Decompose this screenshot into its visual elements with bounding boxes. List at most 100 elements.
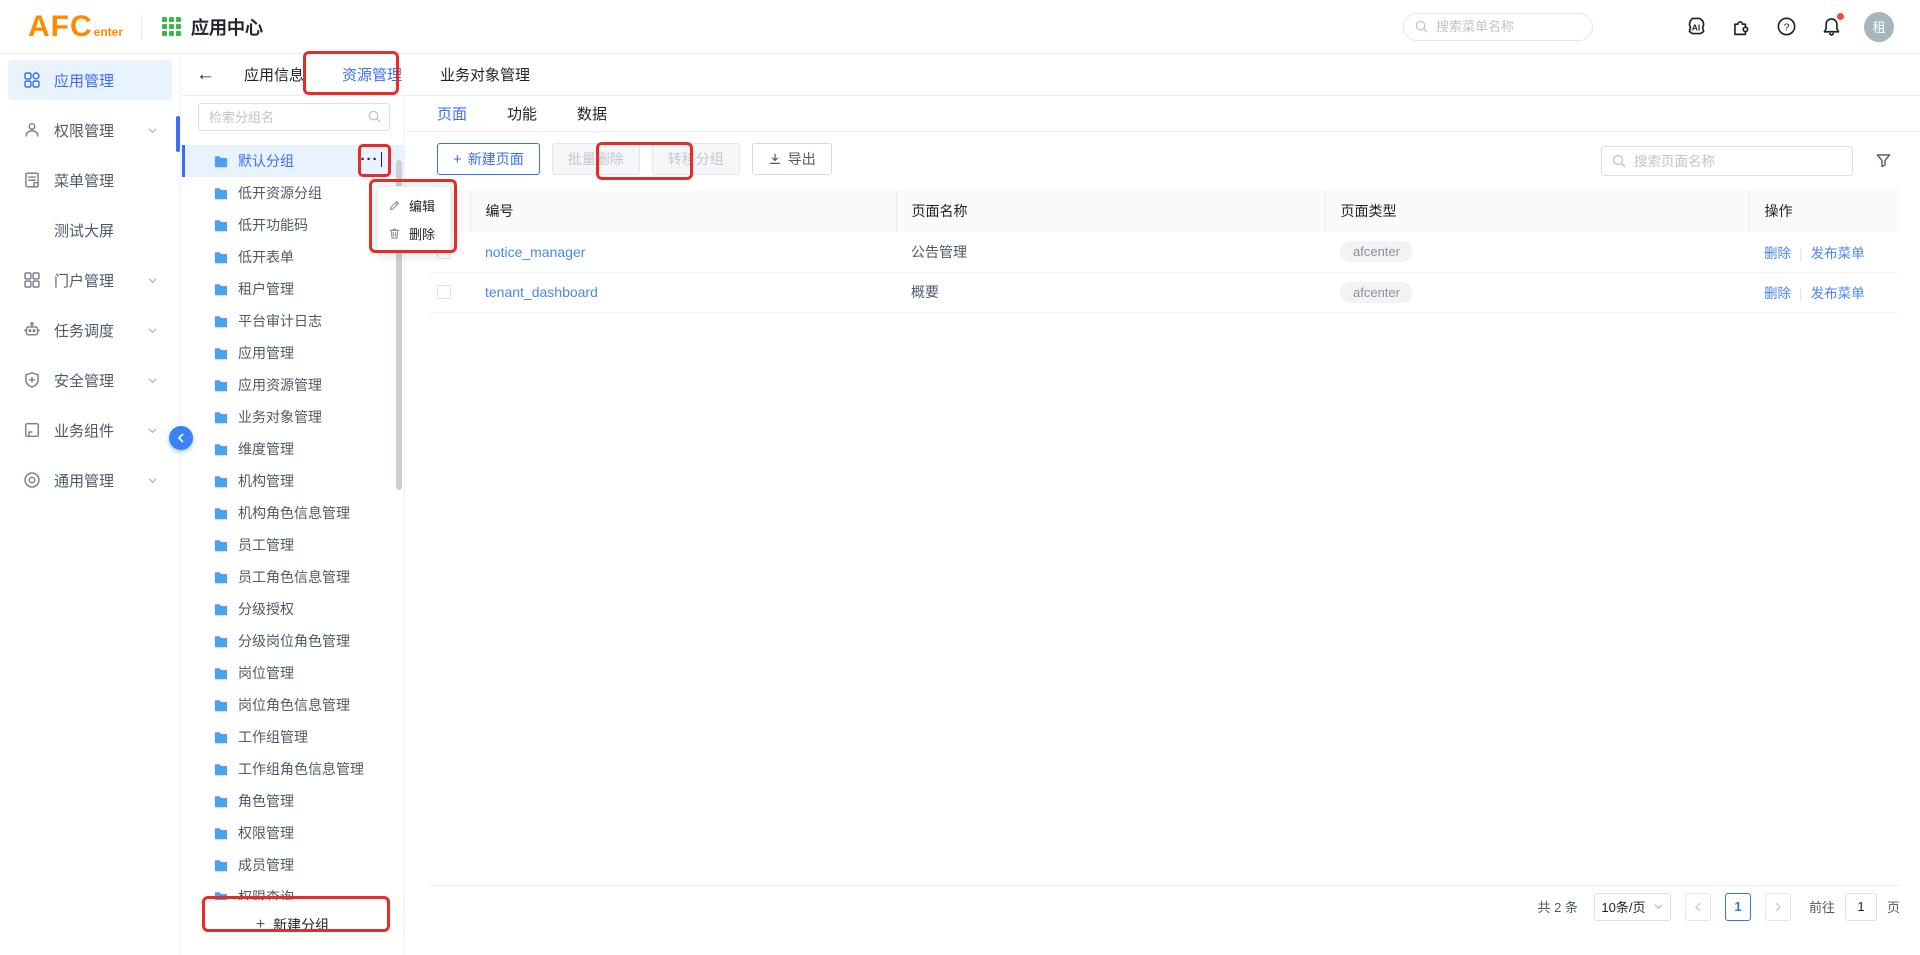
svg-text:AI: AI (1692, 22, 1701, 32)
page-search-input[interactable] (1601, 146, 1853, 176)
context-menu-item[interactable]: 编辑 (378, 191, 450, 219)
new-group-button[interactable]: + 新建分组 (256, 909, 329, 941)
search-icon (1611, 153, 1627, 174)
sidebar-item[interactable]: 任务调度 (8, 310, 172, 350)
total-count: 共 2 条 (1538, 897, 1578, 916)
target-icon (22, 471, 42, 489)
plugin-icon[interactable] (1731, 16, 1752, 37)
batch-delete-button[interactable]: 批量删除 (552, 143, 640, 175)
sidebar-item[interactable]: 权限管理 (8, 110, 172, 150)
sidebar-item[interactable]: 门户管理 (8, 260, 172, 300)
notification-badge (1837, 13, 1844, 20)
group-item[interactable]: 低开功能码 (182, 209, 404, 241)
current-page-button[interactable]: 1 (1725, 893, 1751, 921)
page-id-link[interactable]: tenant_dashboard (485, 284, 598, 300)
transfer-group-button[interactable]: 转移分组 (652, 143, 740, 175)
sidebar-item[interactable]: 安全管理 (8, 360, 172, 400)
component-icon (22, 421, 42, 439)
group-item[interactable]: 应用管理 (182, 337, 404, 369)
resource-tab[interactable]: 页面 (437, 103, 467, 124)
row-action-link[interactable]: 发布菜单 (1811, 286, 1865, 301)
afcenter-logo[interactable]: AFC enter (28, 10, 123, 44)
group-item[interactable]: 员工管理 (182, 529, 404, 561)
sidebar-item-label: 安全管理 (54, 370, 114, 391)
page-id-link[interactable]: notice_manager (485, 244, 585, 260)
sidebar-item-label: 任务调度 (54, 320, 114, 341)
group-item[interactable]: 平台审计日志 (182, 305, 404, 337)
chevron-down-icon (147, 375, 158, 386)
group-item[interactable]: 应用资源管理 (182, 369, 404, 401)
row-checkbox[interactable] (437, 285, 451, 299)
next-page-button[interactable] (1765, 893, 1791, 921)
back-arrow-icon[interactable]: ← (196, 65, 215, 84)
group-item[interactable]: 默认分组··· (182, 145, 404, 177)
pages-table: 编号 页面名称 页面类型 操作 notice_manager公告管理afcent… (430, 190, 1900, 313)
group-search-input[interactable] (198, 103, 390, 131)
group-item[interactable]: 维度管理 (182, 433, 404, 465)
group-item[interactable]: 岗位管理 (182, 657, 404, 689)
detail-tab[interactable]: 资源管理 (342, 64, 402, 85)
group-item[interactable]: 角色管理 (182, 785, 404, 817)
ai-assistant-icon[interactable]: AI (1685, 16, 1707, 38)
page-size-select[interactable]: 10条/页 (1594, 893, 1671, 921)
group-item[interactable]: 岗位角色信息管理 (182, 689, 404, 721)
download-icon (768, 152, 782, 166)
detail-tab[interactable]: 业务对象管理 (440, 64, 530, 85)
group-item-label: 租户管理 (238, 279, 294, 299)
group-item[interactable]: 机构角色信息管理 (182, 497, 404, 529)
menu-search-input[interactable] (1403, 13, 1593, 41)
page-title: 应用中心 (191, 14, 263, 40)
resource-tab[interactable]: 数据 (577, 103, 607, 124)
text-cursor (381, 152, 383, 167)
resource-tabs: 页面 功能 数据 (406, 96, 1920, 132)
group-item[interactable]: 工作组角色信息管理 (182, 753, 404, 785)
header-divider (141, 15, 142, 39)
context-menu-label: 删除 (409, 224, 435, 243)
notification-bell-icon[interactable] (1821, 16, 1842, 37)
group-item[interactable]: 机构管理 (182, 465, 404, 497)
prev-page-button[interactable] (1685, 893, 1711, 921)
export-button[interactable]: 导出 (752, 143, 832, 175)
folder-icon (214, 539, 228, 552)
row-action-link[interactable]: 删除 (1764, 286, 1791, 301)
page-type-badge: afcenter (1340, 282, 1413, 303)
avatar[interactable]: 租 (1864, 12, 1894, 42)
sidebar-item[interactable]: 通用管理 (8, 460, 172, 500)
sidebar-item[interactable]: 菜单管理 (8, 160, 172, 200)
sidebar-item[interactable]: 测试大屏 (8, 210, 172, 250)
row-action-link[interactable]: 删除 (1764, 246, 1791, 261)
portal-icon (22, 271, 42, 289)
sidebar-item[interactable]: 应用管理 (8, 60, 172, 100)
help-icon[interactable]: ? (1776, 16, 1797, 37)
row-action-link[interactable]: 发布菜单 (1811, 246, 1865, 261)
group-item[interactable]: 低开资源分组 (182, 177, 404, 209)
sidebar-item[interactable]: 业务组件 (8, 410, 172, 450)
group-item[interactable]: 业务对象管理 (182, 401, 404, 433)
group-item[interactable]: 低开表单 (182, 241, 404, 273)
group-item[interactable]: 租户管理 (182, 273, 404, 305)
page-unit-label: 页 (1887, 897, 1900, 916)
column-header-name: 页面名称 (896, 190, 1325, 232)
sidebar-item-label: 测试大屏 (54, 220, 114, 241)
group-item[interactable]: 成员管理 (182, 849, 404, 881)
detail-tab[interactable]: 应用信息 (244, 64, 304, 85)
group-item-label: 岗位角色信息管理 (238, 695, 350, 715)
detail-tabs: 应用信息 资源管理 业务对象管理 (244, 64, 530, 85)
main-content: 页面 功能 数据 + 新建页面 批量删除 转移分组 导出 (406, 96, 1920, 955)
folder-icon (214, 347, 228, 360)
new-page-button[interactable]: + 新建页面 (437, 143, 540, 175)
goto-page-input[interactable] (1845, 893, 1877, 921)
group-item-label: 平台审计日志 (238, 311, 322, 331)
menu-search (1403, 13, 1593, 41)
filter-icon[interactable] (1875, 152, 1892, 174)
group-item[interactable]: 权限管理 (182, 817, 404, 849)
resource-tab[interactable]: 功能 (507, 103, 537, 124)
context-menu-item[interactable]: 删除 (378, 219, 450, 247)
group-item[interactable]: 员工角色信息管理 (182, 561, 404, 593)
group-more-button[interactable]: ··· (361, 152, 383, 167)
sidebar-collapse-button[interactable] (169, 426, 193, 450)
group-item[interactable]: 分级岗位角色管理 (182, 625, 404, 657)
group-item[interactable]: 分级授权 (182, 593, 404, 625)
folder-icon (214, 315, 228, 328)
group-item[interactable]: 工作组管理 (182, 721, 404, 753)
